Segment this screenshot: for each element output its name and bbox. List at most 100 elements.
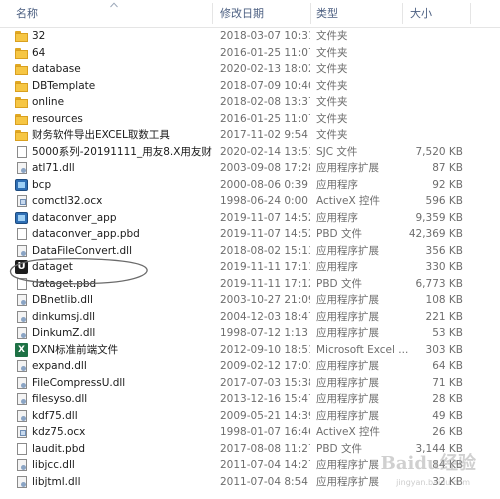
file-type: 应用程序 xyxy=(316,211,358,224)
table-row[interactable]: dataget 2019-11-11 17:11 应用程序 330 KB xyxy=(0,259,500,276)
dll-icon xyxy=(14,376,29,390)
file-size: 87 KB xyxy=(432,162,463,174)
table-row[interactable]: database 2020-02-13 18:02 文件夹 xyxy=(0,61,500,78)
file-size: 3,144 KB xyxy=(415,442,464,455)
modified-date: 2018-03-07 10:31 xyxy=(220,30,310,42)
table-row[interactable]: 32 2018-03-07 10:31 文件夹 xyxy=(0,28,500,45)
dll-icon xyxy=(14,244,29,258)
table-row[interactable]: DinkumZ.dll 1998-07-12 1:13 应用程序扩展 53 KB xyxy=(0,325,500,342)
file-name: DBTemplate xyxy=(32,79,96,92)
file-name: 64 xyxy=(32,46,46,59)
table-row[interactable]: comctl32.ocx 1998-06-24 0:00 ActiveX 控件 596… xyxy=(0,193,500,210)
table-row[interactable]: libjtml.dll 2011-07-04 8:54 应用程序扩展 32 KB xyxy=(0,474,500,491)
file-name: online xyxy=(32,96,65,108)
modified-date: 2009-02-12 17:01 xyxy=(220,360,310,372)
modified-date: 2003-09-08 17:28 xyxy=(220,162,310,174)
folder-icon xyxy=(14,79,29,93)
modified-date: 2019-11-07 14:52 xyxy=(220,228,310,240)
column-divider[interactable] xyxy=(470,3,471,24)
dataget-icon xyxy=(14,260,29,274)
file-type: 应用程序扩展 xyxy=(316,360,379,372)
table-row[interactable]: laudit.pbd 2017-08-08 11:27 PBD 文件 3,144 KB xyxy=(0,441,500,458)
column-header-size[interactable]: 大小 xyxy=(410,0,432,27)
file-size: 330 KB xyxy=(425,261,463,273)
file-size xyxy=(405,111,463,128)
table-row[interactable]: 财务软件导出EXCEL取数工具 2017-11-02 9:54 文件夹 xyxy=(0,127,500,144)
file-size: 596 KB xyxy=(425,195,463,207)
file-type: ActiveX 控件 xyxy=(316,195,381,207)
folder-icon xyxy=(14,62,29,76)
file-size xyxy=(405,61,463,78)
file-name: 32 xyxy=(32,30,46,42)
excel-icon xyxy=(14,342,29,357)
file-name: FileCompressU.dll xyxy=(32,376,126,389)
table-row[interactable]: filesyso.dll 2013-12-16 15:47 应用程序扩展 28 KB xyxy=(0,391,500,408)
file-size: 53 KB xyxy=(432,327,463,339)
file-type: 应用程序扩展 xyxy=(316,294,379,306)
dll-icon xyxy=(14,475,29,489)
column-header-date[interactable]: 修改日期 xyxy=(220,0,264,27)
modified-date: 2003-10-27 21:09 xyxy=(220,294,310,306)
file-size: 71 KB xyxy=(432,376,463,389)
table-row[interactable]: 5000系列-20191111_用友8.X用友财务... 2020-02-14 1… xyxy=(0,144,500,161)
file-name: dataget xyxy=(32,261,73,273)
file-name: libjcc.dll xyxy=(32,459,75,471)
file-name: dataget.pbd xyxy=(32,277,97,290)
table-row[interactable]: expand.dll 2009-02-12 17:01 应用程序扩展 64 KB xyxy=(0,358,500,375)
modified-date: 2018-08-02 15:13 xyxy=(220,244,310,257)
column-header-name[interactable]: 名称 xyxy=(16,0,38,27)
table-row[interactable]: DBTemplate 2018-07-09 10:40 文件夹 xyxy=(0,78,500,95)
table-row[interactable]: DBnetlib.dll 2003-10-27 21:09 应用程序扩展 108 KB xyxy=(0,292,500,309)
table-row[interactable]: dataget.pbd 2019-11-11 17:12 PBD 文件 6,773 K… xyxy=(0,276,500,293)
file-name: laudit.pbd xyxy=(32,442,86,455)
modified-date: 2017-07-03 15:38 xyxy=(220,376,310,389)
table-row[interactable]: dinkumsj.dll 2004-12-03 18:47 应用程序扩展 221 KB xyxy=(0,309,500,326)
file-size: 42,369 KB xyxy=(408,228,463,240)
file-type: 文件夹 xyxy=(316,30,348,42)
table-row[interactable]: FileCompressU.dll 2017-07-03 15:38 应用程序扩展 7… xyxy=(0,375,500,392)
file-name: bcp xyxy=(32,178,52,191)
file-size xyxy=(405,45,463,62)
file-name: DBnetlib.dll xyxy=(32,294,93,306)
table-row[interactable]: DataFileConvert.dll 2018-08-02 15:13 应用程序扩… xyxy=(0,243,500,260)
column-header-type[interactable]: 类型 xyxy=(316,0,338,27)
folder-icon xyxy=(14,95,29,109)
file-name: 5000系列-20191111_用友8.X用友财务... xyxy=(32,145,212,158)
folder-icon xyxy=(14,29,29,43)
table-row[interactable]: bcp 2000-08-06 0:39 应用程序 92 KB xyxy=(0,177,500,194)
file-size xyxy=(405,28,463,45)
file-name: atl71.dll xyxy=(32,162,75,174)
table-row[interactable]: libjcc.dll 2011-07-04 14:27 应用程序扩展 84 KB xyxy=(0,457,500,474)
file-size: 221 KB xyxy=(425,310,463,323)
file-name: filesyso.dll xyxy=(32,393,88,405)
table-row[interactable]: DXN标准前端文件 2012-09-10 18:51 Microsoft Excel… xyxy=(0,342,500,359)
file-size: 49 KB xyxy=(432,409,463,422)
table-row[interactable]: 64 2016-01-25 11:07 文件夹 xyxy=(0,45,500,62)
modified-date: 1998-06-24 0:00 xyxy=(220,195,308,207)
column-divider[interactable] xyxy=(310,3,311,24)
column-divider[interactable] xyxy=(212,3,213,24)
doc-icon xyxy=(14,277,29,291)
file-type: 应用程序扩展 xyxy=(316,459,379,471)
file-size: 32 KB xyxy=(432,475,463,488)
table-row[interactable]: kdf75.dll 2009-05-21 14:39 应用程序扩展 49 KB xyxy=(0,408,500,425)
file-type: 文件夹 xyxy=(316,112,348,125)
table-row[interactable]: kdz75.ocx 1998-01-07 16:46 ActiveX 控件 26 KB xyxy=(0,424,500,441)
column-divider[interactable] xyxy=(402,3,403,24)
file-type: 应用程序扩展 xyxy=(316,376,379,389)
table-row[interactable]: online 2018-02-08 13:37 文件夹 xyxy=(0,94,500,111)
file-size xyxy=(405,78,463,95)
file-name: DataFileConvert.dll xyxy=(32,244,132,257)
modified-date: 2000-08-06 0:39 xyxy=(220,178,308,191)
sort-ascending-icon xyxy=(110,2,118,8)
table-row[interactable]: atl71.dll 2003-09-08 17:28 应用程序扩展 87 KB xyxy=(0,160,500,177)
file-size: 7,520 KB xyxy=(415,145,464,158)
dll-icon xyxy=(14,326,29,340)
file-size: 64 KB xyxy=(432,360,463,372)
modified-date: 2017-11-02 9:54 xyxy=(220,129,308,141)
table-row[interactable]: dataconver_app 2019-11-07 14:52 应用程序 9,359 … xyxy=(0,210,500,227)
table-row[interactable]: dataconver_app.pbd 2019-11-07 14:52 PBD 文件… xyxy=(0,226,500,243)
table-row[interactable]: resources 2016-01-25 11:07 文件夹 xyxy=(0,111,500,128)
dll-icon xyxy=(14,458,29,472)
file-size: 303 KB xyxy=(425,343,463,356)
